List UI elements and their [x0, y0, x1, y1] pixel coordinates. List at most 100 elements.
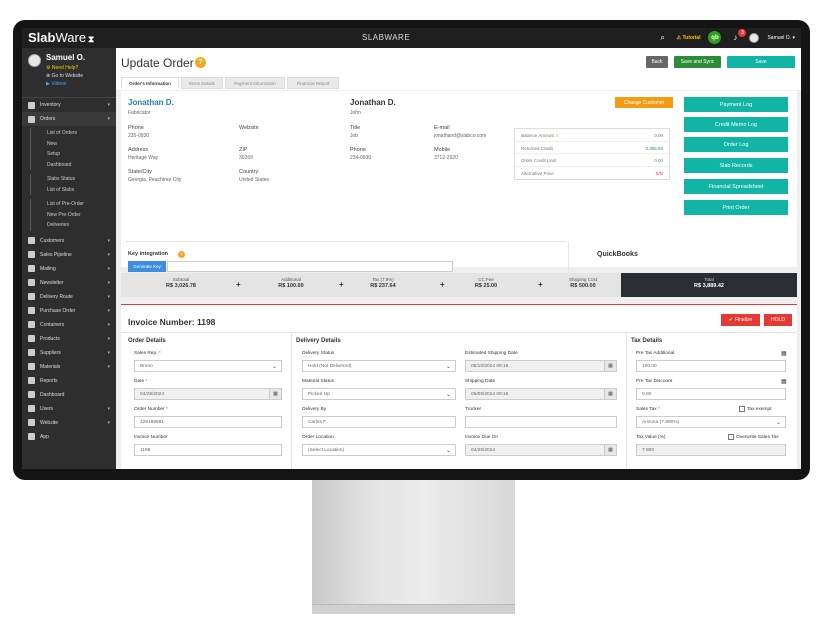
- submenu-new-pre-order[interactable]: New Pre-Order: [30, 209, 116, 220]
- print-order-button[interactable]: Print Order: [684, 200, 788, 215]
- pre-tax-additional-input[interactable]: 100.00: [636, 360, 786, 372]
- tab-items-details[interactable]: Items Details: [181, 77, 223, 89]
- finalize-button[interactable]: ✔ Finalize: [721, 314, 760, 326]
- sidebar: Samuel O. ⚙ Need Help? ⊕ Go to Website ▶…: [22, 48, 116, 469]
- plus-sign: +: [236, 280, 241, 289]
- chevron-down-icon: ⌄: [445, 392, 451, 398]
- profile-panel: Samuel O. ⚙ Need Help? ⊕ Go to Website ▶…: [22, 48, 116, 98]
- order-log-button[interactable]: Order Log: [684, 137, 788, 152]
- tab-orders-information[interactable]: Order's Information: [121, 77, 179, 89]
- sidebar-item-newsletter[interactable]: Newsletter ▾: [22, 276, 116, 290]
- financial-spreadsheet-button[interactable]: Financial Spreadsheet: [684, 179, 788, 194]
- calculator-icon[interactable]: ▦: [781, 350, 787, 357]
- sidebar-item-containers[interactable]: Containers ▾: [22, 318, 116, 332]
- sales-rep-select[interactable]: Bruno ⌄: [134, 360, 282, 372]
- sidebar-item-website[interactable]: Website ▾: [22, 416, 116, 430]
- divider: [626, 333, 627, 469]
- top-bar: SlabWare ⧗ SLABWARE ⌕ ⚠ Tutorial qb ♪ 3 Sa…: [22, 28, 801, 48]
- sidebar-item-delivery-route[interactable]: Delivery Route ▾: [22, 290, 116, 304]
- tax-value-input[interactable]: 7.800: [636, 444, 786, 456]
- sidebar-item-products[interactable]: Products ▾: [22, 332, 116, 346]
- submenu-slabs-status[interactable]: Slabs Status: [30, 174, 116, 185]
- overwrite-sales-tax-checkbox[interactable]: Overwrite Sales Tax: [728, 434, 779, 440]
- invoice-number-input[interactable]: 1198: [134, 444, 282, 456]
- order-location-select[interactable]: (Select Location) ⌄: [302, 444, 456, 456]
- mobile-label: Mobile: [434, 147, 451, 153]
- key-input[interactable]: [167, 261, 453, 272]
- order-location-label: Order Location: [302, 435, 334, 440]
- sales-tax-select[interactable]: Arizona (7.800%) ⌄: [636, 416, 786, 428]
- tab-financial-report[interactable]: Financial Report: [287, 77, 339, 89]
- country-value: United States: [239, 177, 270, 183]
- trucker-input[interactable]: [465, 416, 617, 428]
- plus-sign: +: [440, 280, 445, 289]
- shipping-date-input[interactable]: 05/09/2024 09:16 ▦: [465, 388, 617, 400]
- sidebar-item-sales-pipeline[interactable]: Sales Pipeline ▾: [22, 248, 116, 262]
- sidebar-item-orders[interactable]: Orders ▾: [22, 112, 116, 126]
- app-logo[interactable]: SlabWare ⧗: [28, 30, 94, 45]
- need-help-link[interactable]: ⚙ Need Help?: [46, 65, 78, 71]
- pre-tax-discount-label: Pre Tax Discount: [636, 379, 673, 384]
- date-input[interactable]: 04/29/2024 ▦: [134, 388, 282, 400]
- go-to-website-link[interactable]: ⊕ Go to Website: [46, 73, 83, 79]
- website-icon: [28, 419, 35, 426]
- divider: [126, 241, 566, 242]
- estimated-shipping-input[interactable]: 05/10/2024 09:16 ▦: [465, 360, 617, 372]
- material-status-select[interactable]: Picked Up ⌄: [302, 388, 456, 400]
- user-menu[interactable]: Samuel O. ▾: [767, 35, 795, 41]
- key-help-icon[interactable]: ?: [178, 251, 185, 258]
- search-icon[interactable]: ⌕: [657, 32, 669, 44]
- sidebar-item-materials[interactable]: Materials ▾: [22, 360, 116, 374]
- customer-card: Jonathan D. Fabricator Phone 235-0930 We…: [121, 91, 797, 281]
- tax-exempt-checkbox[interactable]: Tax exempt: [739, 406, 772, 412]
- sidebar-item-dashboard[interactable]: Dashboard: [22, 388, 116, 402]
- customer-role: Fabricator: [128, 110, 151, 116]
- submenu-dashboard[interactable]: Dashboard: [30, 159, 116, 170]
- calculator-icon[interactable]: ▦: [781, 378, 787, 385]
- tab-payment-information[interactable]: Payment Information: [225, 77, 285, 89]
- save-button[interactable]: Save: [727, 56, 795, 68]
- sidebar-item-app[interactable]: App: [22, 430, 116, 444]
- videos-link[interactable]: ▶ Videos: [46, 81, 66, 87]
- sidebar-item-customers[interactable]: Customers ▾: [22, 234, 116, 248]
- credit-memo-log-button[interactable]: Credit Memo Log: [684, 117, 788, 132]
- slab-records-button[interactable]: Slab Records: [684, 158, 788, 173]
- hold-button[interactable]: HOLD: [764, 314, 792, 326]
- submenu-list-of-pre-order[interactable]: List of Pre-Order: [30, 199, 116, 210]
- submenu-deliveries[interactable]: Deliveries: [30, 220, 116, 231]
- sidebar-item-reports[interactable]: Reports: [22, 374, 116, 388]
- customer-name-link[interactable]: Jonathan D.: [128, 98, 174, 107]
- submenu-list-of-slabs[interactable]: List of Slabs: [30, 184, 116, 195]
- email-value: jonathand@slabco.com: [434, 133, 487, 139]
- sidebar-item-users[interactable]: Users ▾: [22, 402, 116, 416]
- order-number-input[interactable]: 429189581: [134, 416, 282, 428]
- notification-bell-icon[interactable]: ♪ 3: [729, 28, 747, 44]
- tutorial-link[interactable]: ⚠ Tutorial: [677, 35, 701, 41]
- submenu-list-of-orders[interactable]: List of Orders: [30, 128, 116, 139]
- payment-log-button[interactable]: Payment Log: [684, 97, 788, 112]
- orders-submenu: List of Orders New Setup Dashboard Slabs…: [22, 126, 116, 234]
- submenu-new[interactable]: New: [30, 138, 116, 149]
- invoice-due-input[interactable]: 04/29/2024 ▦: [465, 444, 617, 456]
- back-button[interactable]: Back: [646, 56, 668, 68]
- sidebar-item-inventory[interactable]: Inventory ▾: [22, 98, 116, 112]
- quickbooks-icon[interactable]: qb: [708, 31, 722, 44]
- pre-tax-discount-input[interactable]: 0.00: [636, 388, 786, 400]
- save-and-sync-button[interactable]: Save and Sync: [674, 56, 721, 68]
- mobile-value: 3712-2920: [434, 155, 458, 161]
- quickbooks-heading: QuickBooks: [597, 251, 638, 258]
- chevron-down-icon: ⌄: [775, 420, 781, 426]
- generate-key-button[interactable]: Generate Key: [128, 261, 166, 272]
- sidebar-item-purchase-order[interactable]: Purchase Order ▾: [22, 304, 116, 318]
- change-customer-button[interactable]: Change Customer: [615, 97, 673, 108]
- delivery-status-select[interactable]: Hold (Not Delivered) ⌄: [302, 360, 456, 372]
- delivery-by-input[interactable]: Carlos F.: [302, 416, 456, 428]
- contact-name: Jonathan D.: [350, 98, 396, 107]
- help-icon[interactable]: ?: [195, 57, 206, 68]
- zip-label: ZIP: [239, 147, 248, 153]
- user-avatar[interactable]: [749, 32, 760, 43]
- sidebar-item-mailing[interactable]: Mailing ▾: [22, 262, 116, 276]
- submenu-setup[interactable]: Setup: [30, 149, 116, 160]
- sidebar-item-suppliers[interactable]: Suppliers ▾: [22, 346, 116, 360]
- dashboard-icon: [28, 391, 35, 398]
